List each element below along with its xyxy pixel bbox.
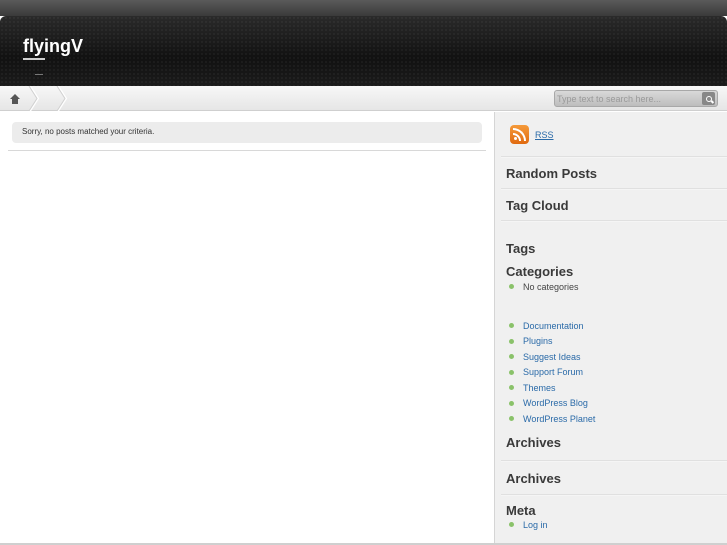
content-divider — [8, 150, 486, 151]
link-support-forum[interactable]: Support Forum — [523, 367, 583, 377]
link-log-in[interactable]: Log in — [523, 520, 548, 530]
widget-separator — [501, 220, 727, 222]
list-item: Documentation — [509, 318, 595, 334]
bullet-icon — [509, 385, 514, 391]
links-list: Documentation Plugins Suggest Ideas Supp… — [509, 318, 595, 427]
list-item: WordPress Planet — [509, 411, 595, 427]
home-button[interactable] — [0, 86, 30, 111]
bullet-icon — [509, 354, 514, 360]
breadcrumb-separator-icon — [56, 86, 68, 111]
categories-list: No categories — [509, 279, 579, 295]
list-item: Suggest Ideas — [509, 349, 595, 365]
widget-title-tags: Tags — [506, 241, 536, 256]
bullet-icon — [509, 522, 514, 528]
widget-separator — [501, 188, 727, 190]
home-icon — [10, 93, 20, 104]
link-themes[interactable]: Themes — [523, 383, 556, 393]
rss-icon[interactable] — [510, 125, 529, 144]
logo-underline — [23, 58, 45, 60]
search-input[interactable] — [557, 92, 699, 105]
widget-title-categories: Categories — [506, 264, 574, 279]
link-wordpress-blog[interactable]: WordPress Blog — [523, 398, 588, 408]
list-item: Log in — [509, 517, 548, 533]
bullet-icon — [509, 400, 514, 406]
rss-feed: RSS — [510, 125, 554, 144]
site-header: flyingV — [0, 16, 727, 86]
breadcrumb-separator-icon — [28, 86, 40, 111]
list-item: WordPress Blog — [509, 396, 595, 412]
site-tagline — [35, 74, 43, 75]
widget-title-tag-cloud: Tag Cloud — [506, 198, 569, 213]
link-suggest-ideas[interactable]: Suggest Ideas — [523, 352, 581, 362]
link-documentation[interactable]: Documentation — [523, 321, 584, 331]
widget-title-random-posts: Random Posts — [506, 166, 598, 181]
list-item: Support Forum — [509, 365, 595, 381]
top-strip — [0, 0, 727, 16]
sidebar: RSS Random Posts Tag Cloud Tags Categori… — [494, 112, 727, 545]
bullet-icon — [509, 284, 514, 290]
widget-title-archives: Archives — [506, 435, 561, 450]
list-item: No categories — [509, 279, 579, 295]
rss-link[interactable]: RSS — [535, 130, 554, 140]
widget-title-meta: Meta — [506, 503, 536, 518]
list-item: Plugins — [509, 334, 595, 350]
widget-separator — [501, 460, 727, 462]
search-icon — [705, 95, 712, 102]
link-wordpress-planet[interactable]: WordPress Planet — [523, 414, 595, 424]
list-item: Themes — [509, 380, 595, 396]
widget-title-archives: Archives — [506, 471, 561, 486]
link-plugins[interactable]: Plugins — [523, 336, 553, 346]
bullet-icon — [509, 323, 514, 329]
bullet-icon — [509, 338, 514, 344]
meta-list: Log in — [509, 517, 548, 533]
bullet-icon — [509, 369, 514, 375]
widget-separator — [501, 494, 727, 496]
bullet-icon — [509, 416, 514, 422]
search-form — [554, 90, 718, 107]
widget-separator — [501, 156, 727, 158]
no-posts-notice: Sorry, no posts matched your criteria. — [12, 122, 482, 143]
site-title-link[interactable]: flyingV — [23, 36, 83, 57]
search-button[interactable] — [702, 92, 715, 105]
